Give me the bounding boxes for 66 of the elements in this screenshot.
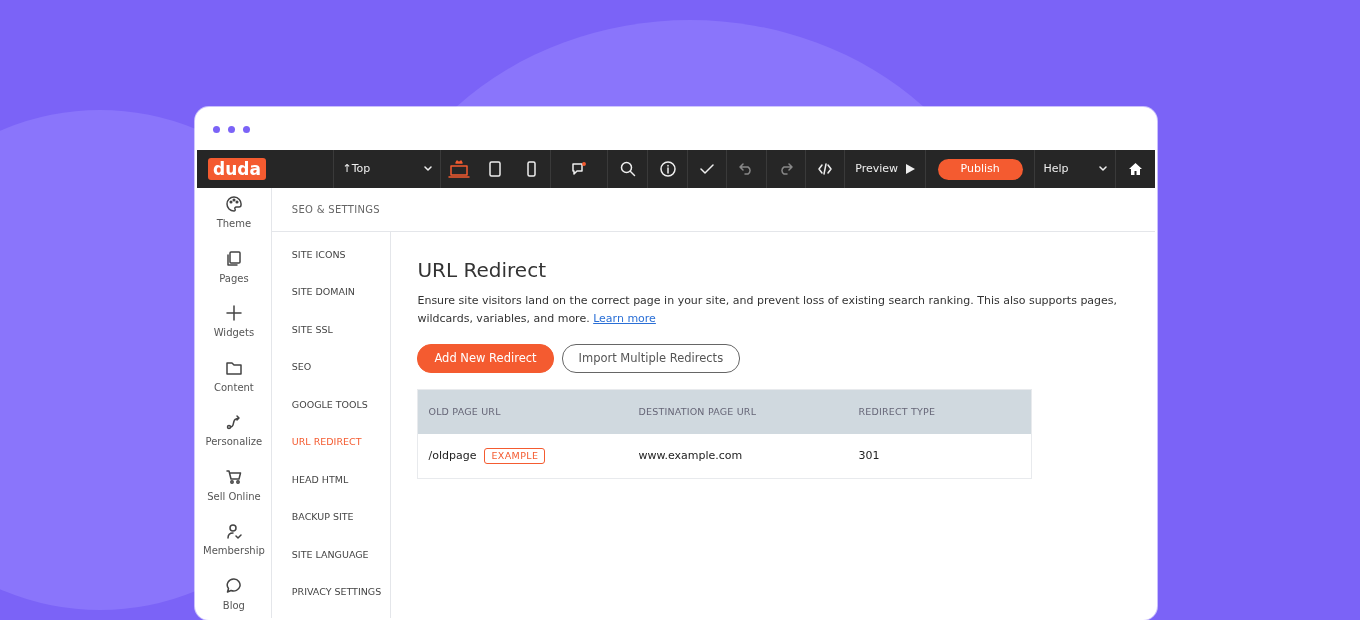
undo-button[interactable]: [739, 163, 754, 175]
description-text: Ensure site visitors land on the correct page in your site, and prevent loss of existing search ranking. This also supports pages, wildcards, variables, and more. Learn more: [417, 293, 1119, 327]
table-cell-text: 301: [858, 448, 880, 464]
column-header: REDIRECT TYPE: [858, 406, 936, 418]
user-icon: [225, 523, 242, 539]
sidebar-item[interactable]: Widgets: [197, 297, 271, 352]
check-button[interactable]: [699, 163, 714, 175]
table-cell-text: www.example.com: [638, 448, 743, 464]
column-header: OLD PAGE URL: [428, 406, 501, 418]
info-icon: [659, 161, 676, 177]
help-dropdown[interactable]: Help: [1035, 160, 1116, 178]
preview-button[interactable]: Preview: [855, 160, 916, 178]
undo-icon: [739, 163, 754, 175]
plus-icon: [225, 305, 242, 321]
logo: duda: [208, 158, 266, 180]
page-dropdown[interactable]: ↑Top: [334, 160, 440, 178]
chat-icon: [225, 577, 242, 594]
palette-icon: [225, 196, 242, 212]
page-title: URL Redirect: [417, 258, 547, 282]
comment-button[interactable]: [571, 162, 587, 176]
caret-icon: [424, 166, 432, 172]
caret-icon: [1099, 166, 1108, 172]
pages-icon: [225, 250, 242, 267]
route-icon: [225, 414, 242, 430]
phone-icon: [525, 161, 537, 177]
code-icon: [818, 163, 833, 175]
window-dot: [243, 126, 250, 133]
sidebar-item[interactable]: Content: [197, 351, 271, 406]
redo-button[interactable]: [779, 163, 794, 175]
import-redirects-button[interactable]: Import Multiple Redirects: [561, 344, 741, 374]
sidebar-item[interactable]: Pages: [197, 242, 271, 297]
cart-icon: [225, 468, 242, 485]
folder-icon: [225, 359, 242, 376]
example-tag: EXAMPLE: [484, 448, 546, 465]
settings-nav-item[interactable]: SITE DOMAIN: [271, 273, 391, 311]
search-icon: [619, 161, 636, 177]
sidebar-item[interactable]: Membership: [197, 515, 271, 570]
home-button[interactable]: [1129, 163, 1143, 175]
sidebar-item[interactable]: Personalize: [197, 406, 271, 461]
settings-nav-item[interactable]: SITE LANGUAGE: [271, 536, 391, 574]
settings-heading: SEO & SETTINGS: [291, 203, 380, 217]
settings-nav-item[interactable]: SITE SSL: [271, 311, 391, 349]
settings-nav-item[interactable]: HEAD HTML: [271, 461, 391, 499]
column-header: DESTINATION PAGE URL: [638, 406, 757, 418]
settings-nav-item[interactable]: BACKUP SITE: [271, 498, 391, 536]
sidebar-item[interactable]: Theme: [197, 188, 271, 243]
settings-nav-item[interactable]: GOOGLE TOOLS: [271, 386, 391, 424]
window-dot: [213, 126, 220, 133]
tablet-icon: [488, 161, 503, 177]
comment-icon: [571, 162, 587, 176]
learn-more-link[interactable]: Learn more: [593, 312, 656, 325]
sidebar-item[interactable]: Blog: [197, 569, 271, 618]
settings-nav-item[interactable]: PRIVACY SETTINGS: [271, 573, 391, 611]
search-button[interactable]: [619, 161, 636, 177]
check-icon: [699, 163, 714, 175]
settings-nav-item[interactable]: SITE ICONS: [271, 236, 391, 274]
sidebar-item[interactable]: Sell Online: [197, 460, 271, 515]
info-button[interactable]: [659, 161, 676, 177]
desktop-icon: [448, 159, 471, 179]
redo-icon: [779, 163, 794, 175]
settings-nav-item[interactable]: SEO: [271, 348, 391, 386]
window-dot: [228, 126, 235, 133]
code-button[interactable]: [818, 163, 833, 175]
table-cell-text: /oldpage: [428, 448, 477, 464]
home-icon: [1129, 163, 1143, 175]
play-icon: [906, 164, 916, 174]
